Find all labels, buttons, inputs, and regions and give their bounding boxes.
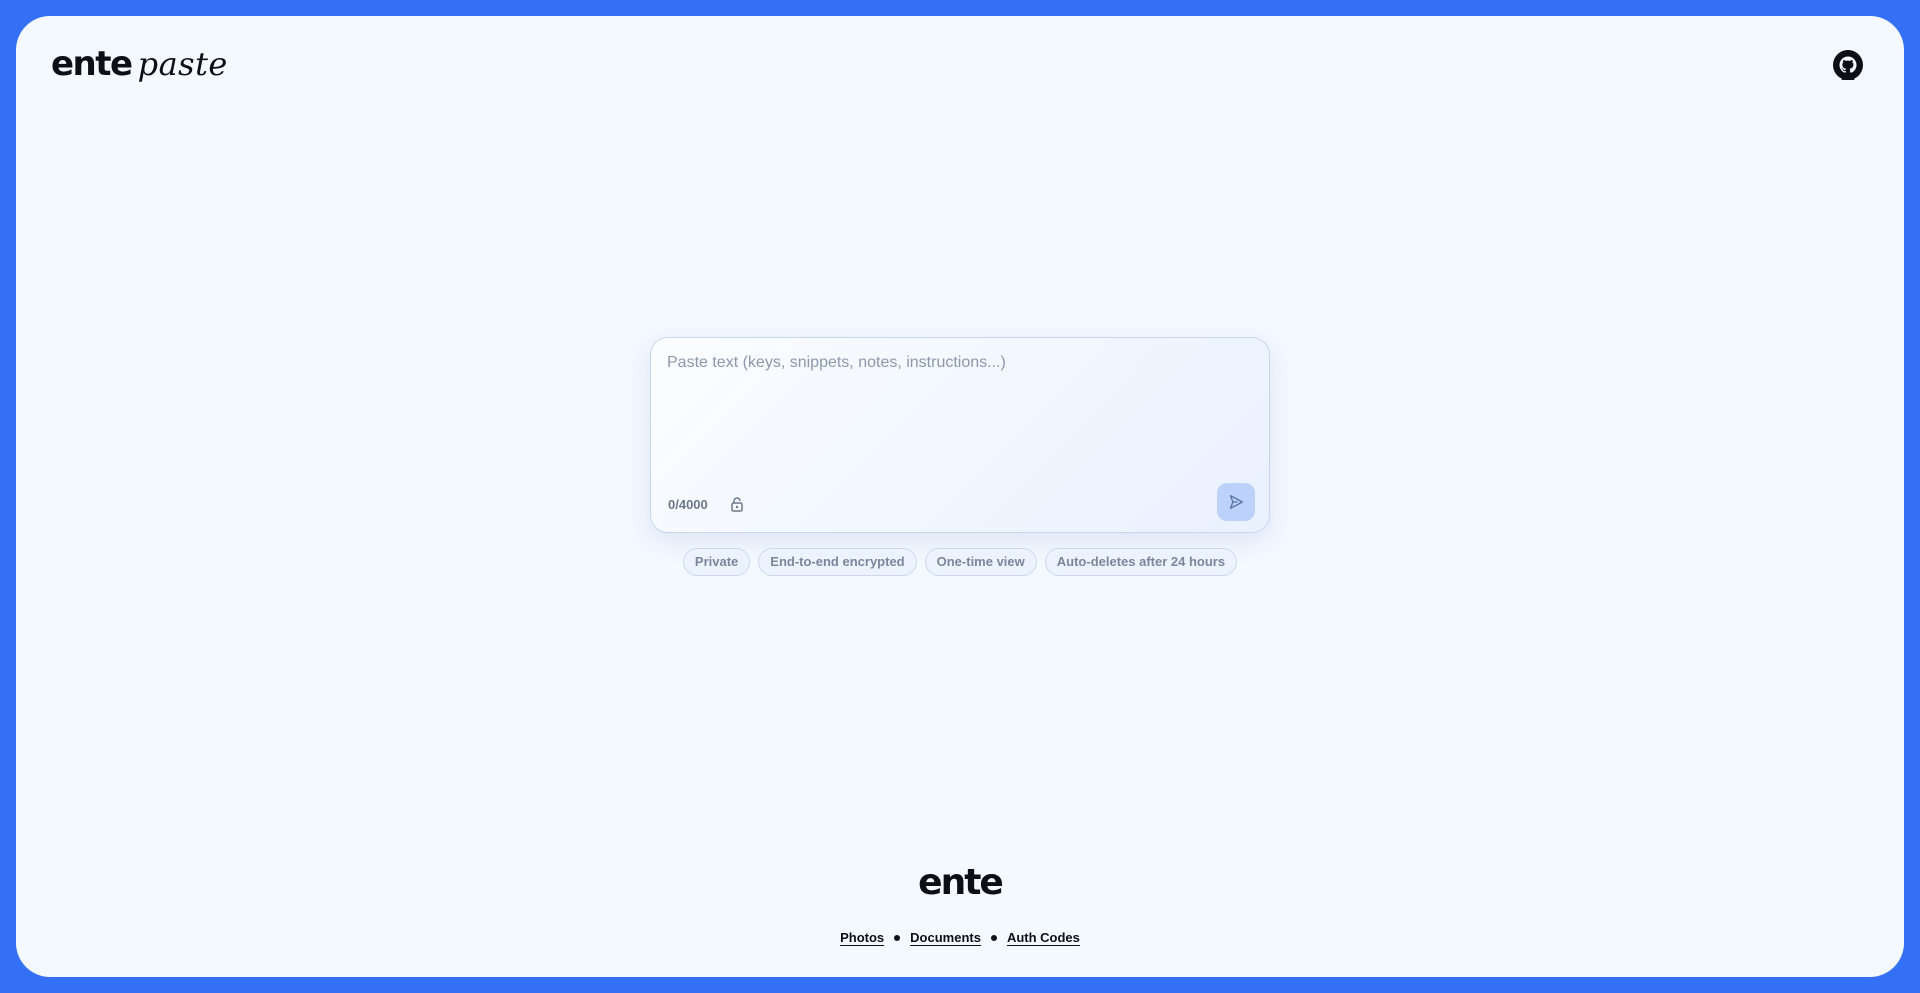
logo-paste-text: paste (137, 45, 228, 83)
pill-auto-delete: Auto-deletes after 24 hours (1044, 548, 1238, 576)
footer-link-auth-codes[interactable]: Auth Codes (1007, 930, 1080, 945)
logo-ente-text: ente (51, 44, 133, 84)
footer-link-photos[interactable]: Photos (840, 930, 884, 945)
pill-one-time-view: One-time view (924, 548, 1037, 576)
footer-links: Photos Documents Auth Codes (16, 930, 1904, 945)
github-icon[interactable] (1833, 50, 1863, 80)
send-icon (1229, 495, 1243, 509)
pill-private: Private (682, 548, 751, 576)
send-button[interactable] (1217, 483, 1255, 521)
pill-encrypted: End-to-end encrypted (758, 548, 917, 576)
footer-logo[interactable]: ente (16, 862, 1904, 903)
page-panel: ente paste 0/4000 Private E (16, 16, 1904, 977)
lock-icon (729, 496, 745, 512)
paste-box: 0/4000 (650, 337, 1270, 533)
separator-dot (990, 934, 997, 941)
feature-pills: Private End-to-end encrypted One-time vi… (16, 548, 1904, 576)
separator-dot (894, 934, 901, 941)
char-counter: 0/4000 (668, 497, 708, 512)
footer-link-documents[interactable]: Documents (910, 930, 981, 945)
app-logo[interactable]: ente paste (51, 44, 228, 84)
paste-input[interactable] (665, 352, 1257, 476)
